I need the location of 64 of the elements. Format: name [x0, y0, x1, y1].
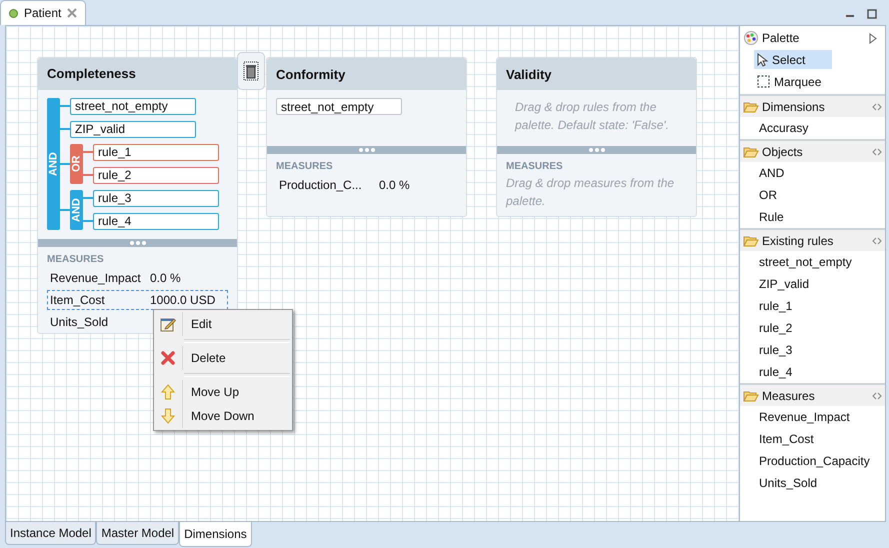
palette-item[interactable]: Revenue_Impact: [740, 406, 885, 428]
palette-item[interactable]: Item_Cost: [740, 428, 885, 450]
splitter-bar[interactable]: [267, 146, 466, 154]
dimension-card[interactable]: Validity Drag & drop rules from the palette. Default state: 'False'. MEASURES Drag & drop measures from the palette.: [496, 57, 697, 217]
card-title: Validity: [497, 58, 696, 90]
pencil-icon: [160, 316, 176, 332]
card-title: Completeness: [38, 58, 237, 90]
expand-arrow-icon[interactable]: [869, 32, 877, 44]
maximize-icon[interactable]: [867, 9, 877, 19]
folder-icon: [743, 100, 759, 112]
palette-item[interactable]: street_not_empty: [740, 251, 885, 273]
collapse-icon[interactable]: [872, 392, 882, 400]
palette-item[interactable]: rule_2: [740, 317, 885, 339]
drawer-header[interactable]: Measures: [740, 385, 885, 406]
palette-item[interactable]: OR: [740, 184, 885, 206]
palette-item[interactable]: rule_1: [740, 295, 885, 317]
menu-item[interactable]: Move Up: [154, 380, 292, 404]
splitter-bar[interactable]: [38, 239, 237, 248]
page-tab[interactable]: Master Model: [96, 522, 180, 545]
section-label: MEASURES: [46, 253, 105, 268]
page-tab[interactable]: Dimensions: [179, 522, 252, 547]
card-title: Conformity: [267, 58, 466, 90]
palette-tool[interactable]: Marquee: [754, 72, 832, 91]
drawer-header[interactable]: Existing rules: [740, 230, 885, 251]
palette-tool[interactable]: Select: [754, 50, 832, 69]
editor-tab[interactable]: Patient: [0, 0, 86, 25]
hint-text: Drag & drop rules from the palette. Default state: 'False'.: [514, 99, 670, 134]
drawer-header[interactable]: Objects: [740, 141, 885, 162]
palette-item[interactable]: rule_4: [740, 361, 885, 383]
status-dot-icon: [9, 8, 18, 18]
trash-icon: [243, 61, 259, 81]
section-label: MEASURES: [505, 160, 564, 174]
close-icon[interactable]: [67, 8, 78, 18]
folder-icon: [743, 234, 759, 246]
palette-item[interactable]: rule_3: [740, 339, 885, 361]
marquee-icon: [757, 74, 771, 88]
cursor-icon: [757, 52, 769, 66]
palette-item[interactable]: AND: [740, 162, 885, 184]
page-tab[interactable]: Instance Model: [5, 522, 96, 545]
folder-icon: [743, 390, 759, 402]
folder-icon: [743, 146, 759, 158]
arrow-down-icon: [161, 408, 175, 424]
collapse-icon[interactable]: [872, 102, 882, 110]
palette-title: Palette: [762, 31, 800, 45]
palette-icon: [744, 31, 758, 45]
palette-item[interactable]: Rule: [740, 206, 885, 228]
collapse-icon[interactable]: [872, 236, 882, 244]
collapse-icon[interactable]: [872, 148, 882, 156]
palette-item[interactable]: Units_Sold: [740, 472, 885, 494]
arrow-up-icon: [161, 384, 175, 400]
section-label: MEASURES: [275, 160, 334, 174]
menu-item[interactable]: Delete: [154, 346, 292, 370]
cross-icon: [161, 351, 175, 365]
drawer-header[interactable]: Dimensions: [740, 96, 885, 117]
measure-row[interactable]: Production_C... 0.0 %: [276, 175, 457, 195]
menu-item[interactable]: Move Down: [154, 404, 292, 428]
palette-item[interactable]: ZIP_valid: [740, 273, 885, 295]
palette-item[interactable]: Accurasy: [740, 117, 885, 139]
delete-button[interactable]: [237, 52, 265, 90]
measure-row[interactable]: Revenue_Impact 0.0 %: [47, 268, 228, 288]
splitter-bar[interactable]: [497, 146, 696, 154]
palette-item[interactable]: Production_Capacity: [740, 450, 885, 472]
hint-text: Drag & drop measures from the palette.: [504, 175, 676, 210]
dimension-card[interactable]: Conformity street_not_empty MEASURES Production_C... 0.0 %: [266, 57, 467, 217]
